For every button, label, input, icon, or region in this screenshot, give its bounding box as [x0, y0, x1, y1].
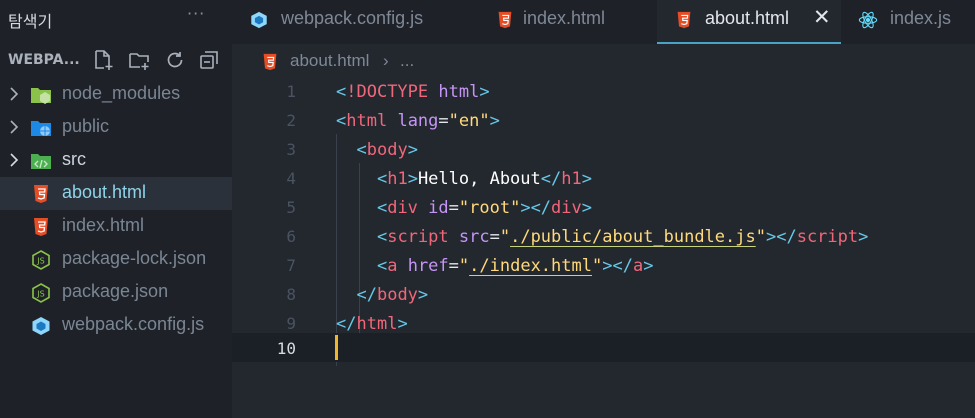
tree-item-webpack-config-js[interactable]: webpack.config.js [0, 309, 232, 342]
line-number: 2 [286, 111, 296, 130]
line-number: 10 [276, 339, 296, 358]
explorer-sidebar: 탐색기 ··· WEBPA... node_modules public src… [0, 0, 232, 418]
webpack-icon [32, 317, 50, 335]
tree-item-label: about.html [62, 182, 147, 202]
code-line: 6 <script src="./public/about_bundle.js"… [232, 223, 975, 252]
workspace-section-header[interactable]: WEBPA... [0, 45, 232, 75]
line-number: 5 [286, 198, 296, 217]
svg-text:JS: JS [36, 257, 44, 266]
html5-icon [498, 11, 512, 29]
breadcrumb-symbols: ... [400, 51, 415, 70]
html5-icon [34, 218, 48, 236]
line-number: 4 [286, 169, 296, 188]
code-line: 1 <!DOCTYPE html> [232, 78, 975, 107]
tab-index-js[interactable]: index.js [842, 0, 975, 44]
line-number: 6 [286, 227, 296, 246]
line-number: 3 [286, 140, 296, 159]
code-text: <h1>Hello, About</h1> [376, 169, 592, 189]
code-line: 8 </body> [232, 281, 975, 310]
active-tab-indicator [657, 42, 841, 44]
tree-item-package-lock-json[interactable]: JS package-lock.json [0, 243, 232, 276]
tab-label: webpack.config.js [281, 8, 424, 28]
tree-item-about-html[interactable]: about.html [0, 177, 232, 210]
html5-icon [263, 53, 277, 71]
code-line: 4 <h1>Hello, About</h1> [232, 165, 975, 194]
new-file-icon[interactable] [92, 49, 114, 71]
tree-item-label: package-lock.json [62, 248, 207, 268]
tab-about-html[interactable]: about.html ✕ [657, 0, 841, 44]
code-text: <a href="./index.html"></a> [376, 256, 654, 276]
tree-item-node-modules[interactable]: node_modules [0, 78, 232, 111]
workspace-name: WEBPA... [8, 52, 80, 68]
line-number: 7 [286, 256, 296, 275]
code-text: <html lang="en"> [336, 111, 500, 131]
tree-item-src[interactable]: src [0, 144, 232, 177]
code-text: <script src="./public/about_bundle.js"><… [376, 227, 869, 247]
tree-item-label: webpack.config.js [62, 314, 205, 334]
code-line: 5 <div id="root"></div> [232, 194, 975, 223]
close-tab-button[interactable]: ✕ [813, 5, 831, 29]
new-folder-icon[interactable] [128, 49, 150, 71]
tab-webpack-config-js[interactable]: webpack.config.js [232, 0, 462, 44]
explorer-title: 탐색기 [8, 12, 53, 31]
tree-item-index-html[interactable]: index.html [0, 210, 232, 243]
tree-item-label: index.html [62, 215, 145, 235]
code-text: <!DOCTYPE html> [336, 82, 490, 102]
line-number: 1 [286, 82, 296, 101]
webpack-icon [251, 11, 267, 29]
code-line: 7 <a href="./index.html"></a> [232, 252, 975, 281]
refresh-icon[interactable] [164, 49, 186, 71]
code-line: 2 <html lang="en"> [232, 107, 975, 136]
tab-bar: webpack.config.js index.html about.html … [232, 0, 975, 44]
line-number: 8 [286, 285, 296, 304]
tab-index-html[interactable]: index.html [478, 0, 656, 44]
code-text: <div id="root"></div> [376, 198, 593, 218]
code-folder-icon [31, 154, 51, 169]
code-text: <body> [356, 140, 418, 160]
tab-label: about.html [705, 8, 790, 28]
html5-icon [677, 11, 691, 29]
chevron-right-icon [10, 120, 19, 134]
text-cursor [335, 335, 338, 360]
nodejs-icon: JS [32, 250, 50, 270]
code-text: </body> [356, 285, 429, 305]
current-line: 10 [232, 333, 975, 362]
code-editor[interactable]: 1 <!DOCTYPE html> 2 <html lang="en"> 3 <… [232, 76, 975, 418]
tree-item-label: package.json [62, 281, 169, 301]
tree-item-label: node_modules [62, 83, 181, 103]
tab-label: index.html [523, 8, 606, 28]
react-icon [858, 11, 878, 29]
explorer-header: 탐색기 ··· [0, 0, 232, 40]
html5-icon [34, 185, 48, 203]
node-folder-icon [31, 88, 51, 104]
globe-folder-icon [31, 121, 51, 136]
breadcrumb-separator: › [383, 51, 389, 70]
tab-label: index.js [890, 8, 952, 28]
code-text: </html> [336, 314, 408, 334]
tree-item-public[interactable]: public [0, 111, 232, 144]
code-line: 3 <body> [232, 136, 975, 165]
breadcrumb-file: about.html [290, 51, 370, 70]
collapse-all-icon[interactable] [198, 49, 220, 71]
chevron-right-icon [10, 87, 19, 101]
tree-item-label: public [62, 116, 110, 136]
more-actions-button[interactable]: ··· [187, 4, 205, 23]
svg-text:JS: JS [36, 290, 44, 299]
line-number: 9 [286, 314, 296, 333]
tree-item-package-json[interactable]: JS package.json [0, 276, 232, 309]
nodejs-icon: JS [32, 283, 50, 303]
tree-item-label: src [62, 149, 86, 169]
chevron-right-icon [10, 153, 19, 167]
